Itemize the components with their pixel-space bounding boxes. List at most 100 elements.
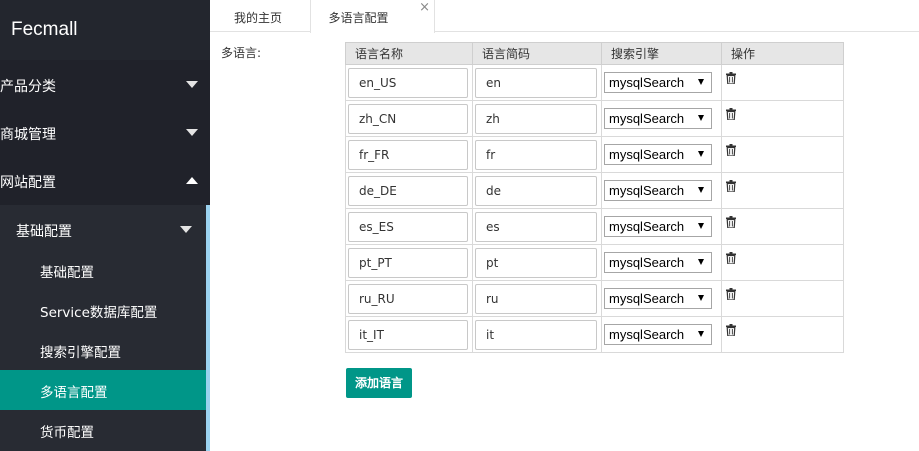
sidebar-menu-product-category[interactable]: 产品分类 xyxy=(0,61,210,109)
sidebar-menu-store-management[interactable]: 商城管理 xyxy=(0,109,210,157)
language-code-input[interactable]: zh xyxy=(475,103,597,134)
language-name-input[interactable]: en_US xyxy=(348,67,468,98)
sidebar-item-service-db-config[interactable]: Service数据库配置 xyxy=(0,290,206,330)
actions-cell xyxy=(721,64,844,101)
trash-icon[interactable] xyxy=(726,179,736,192)
search-engine-value: mysqlSearch xyxy=(609,291,685,306)
submenu-scroll-rail xyxy=(206,205,210,451)
language-name-cell: de_DE xyxy=(345,172,473,209)
item-label: 基础配置 xyxy=(40,265,94,281)
tab-language-config[interactable]: 多语言配置 × xyxy=(310,0,435,33)
column-header-language-name: 语言名称 xyxy=(345,42,473,65)
language-code-input[interactable]: es xyxy=(475,211,597,242)
brand-name: Fecmall xyxy=(11,19,78,40)
trash-icon[interactable] xyxy=(726,143,736,156)
language-code-input[interactable]: it xyxy=(475,319,597,350)
search-engine-select[interactable]: mysqlSearch xyxy=(604,252,712,273)
sidebar-item-basic-config[interactable]: 基础配置 xyxy=(0,250,206,290)
search-engine-select[interactable]: mysqlSearch xyxy=(604,324,712,345)
submenu-label: 基础配置 xyxy=(16,224,72,240)
language-name-cell: it_IT xyxy=(345,316,473,353)
language-code-input[interactable]: de xyxy=(475,175,597,206)
table-row: it_IT it mysqlSearch xyxy=(345,316,844,353)
trash-icon[interactable] xyxy=(726,323,736,336)
item-label: 搜索引擎配置 xyxy=(40,345,121,361)
search-engine-cell: mysqlSearch xyxy=(601,280,722,317)
menu-label: 网站配置 xyxy=(0,175,56,191)
add-language-button[interactable]: 添加语言 xyxy=(346,368,412,398)
search-engine-cell: mysqlSearch xyxy=(601,244,722,281)
language-field-label: 多语言: xyxy=(221,46,262,60)
language-code-cell: fr xyxy=(472,136,602,173)
dropdown-arrow-icon xyxy=(698,115,704,121)
actions-cell xyxy=(721,244,844,281)
language-name-cell: zh_CN xyxy=(345,100,473,137)
column-header-language-code: 语言简码 xyxy=(472,42,602,65)
search-engine-cell: mysqlSearch xyxy=(601,100,722,137)
search-engine-value: mysqlSearch xyxy=(609,183,685,198)
search-engine-select[interactable]: mysqlSearch xyxy=(604,108,712,129)
language-code-input[interactable]: fr xyxy=(475,139,597,170)
table-row: es_ES es mysqlSearch xyxy=(345,208,844,245)
language-name-cell: fr_FR xyxy=(345,136,473,173)
language-name-cell: en_US xyxy=(345,64,473,101)
trash-icon[interactable] xyxy=(726,251,736,264)
language-name-cell: es_ES xyxy=(345,208,473,245)
submenu-basic-config[interactable]: 基础配置 xyxy=(0,205,206,253)
search-engine-value: mysqlSearch xyxy=(609,147,685,162)
table-row: de_DE de mysqlSearch xyxy=(345,172,844,209)
brand-logo: Fecmall xyxy=(0,0,210,60)
actions-cell xyxy=(721,280,844,317)
language-code-cell: pt xyxy=(472,244,602,281)
search-engine-value: mysqlSearch xyxy=(609,219,685,234)
search-engine-cell: mysqlSearch xyxy=(601,316,722,353)
actions-cell xyxy=(721,208,844,245)
tab-home[interactable]: 我的主页 xyxy=(210,0,306,32)
trash-icon[interactable] xyxy=(726,215,736,228)
search-engine-select[interactable]: mysqlSearch xyxy=(604,180,712,201)
caret-up-icon xyxy=(186,177,198,184)
language-name-input[interactable]: fr_FR xyxy=(348,139,468,170)
dropdown-arrow-icon xyxy=(698,79,704,85)
sidebar-item-language-config[interactable]: 多语言配置 xyxy=(0,370,206,410)
language-code-input[interactable]: en xyxy=(475,67,597,98)
menu-label: 商城管理 xyxy=(0,127,56,143)
language-name-input[interactable]: de_DE xyxy=(348,175,468,206)
table-row: en_US en mysqlSearch xyxy=(345,64,844,101)
language-code-input[interactable]: pt xyxy=(475,247,597,278)
language-name-input[interactable]: pt_PT xyxy=(348,247,468,278)
sidebar-menu-site-config[interactable]: 网站配置 xyxy=(0,157,210,205)
search-engine-value: mysqlSearch xyxy=(609,75,685,90)
language-name-input[interactable]: it_IT xyxy=(348,319,468,350)
sidebar-item-search-engine-config[interactable]: 搜索引擎配置 xyxy=(0,330,206,370)
search-engine-select[interactable]: mysqlSearch xyxy=(604,288,712,309)
language-name-input[interactable]: zh_CN xyxy=(348,103,468,134)
table-row: zh_CN zh mysqlSearch xyxy=(345,100,844,137)
column-header-actions: 操作 xyxy=(721,42,844,65)
search-engine-cell: mysqlSearch xyxy=(601,208,722,245)
search-engine-select[interactable]: mysqlSearch xyxy=(604,72,712,93)
trash-icon[interactable] xyxy=(726,71,736,84)
table-row: fr_FR fr mysqlSearch xyxy=(345,136,844,173)
sidebar-item-currency-config[interactable]: 货币配置 xyxy=(0,410,206,450)
language-name-input[interactable]: ru_RU xyxy=(348,283,468,314)
table-header-row: 语言名称 语言简码 搜索引擎 操作 xyxy=(345,42,844,65)
actions-cell xyxy=(721,316,844,353)
close-icon[interactable]: × xyxy=(419,1,430,14)
actions-cell xyxy=(721,136,844,173)
trash-icon[interactable] xyxy=(726,107,736,120)
column-header-search-engine: 搜索引擎 xyxy=(601,42,722,65)
language-name-cell: ru_RU xyxy=(345,280,473,317)
search-engine-select[interactable]: mysqlSearch xyxy=(604,216,712,237)
language-code-cell: ru xyxy=(472,280,602,317)
trash-icon[interactable] xyxy=(726,287,736,300)
search-engine-cell: mysqlSearch xyxy=(601,64,722,101)
search-engine-select[interactable]: mysqlSearch xyxy=(604,144,712,165)
language-code-input[interactable]: ru xyxy=(475,283,597,314)
actions-cell xyxy=(721,100,844,137)
language-name-input[interactable]: es_ES xyxy=(348,211,468,242)
search-engine-value: mysqlSearch xyxy=(609,111,685,126)
language-code-cell: es xyxy=(472,208,602,245)
dropdown-arrow-icon xyxy=(698,187,704,193)
caret-down-icon xyxy=(186,129,198,136)
